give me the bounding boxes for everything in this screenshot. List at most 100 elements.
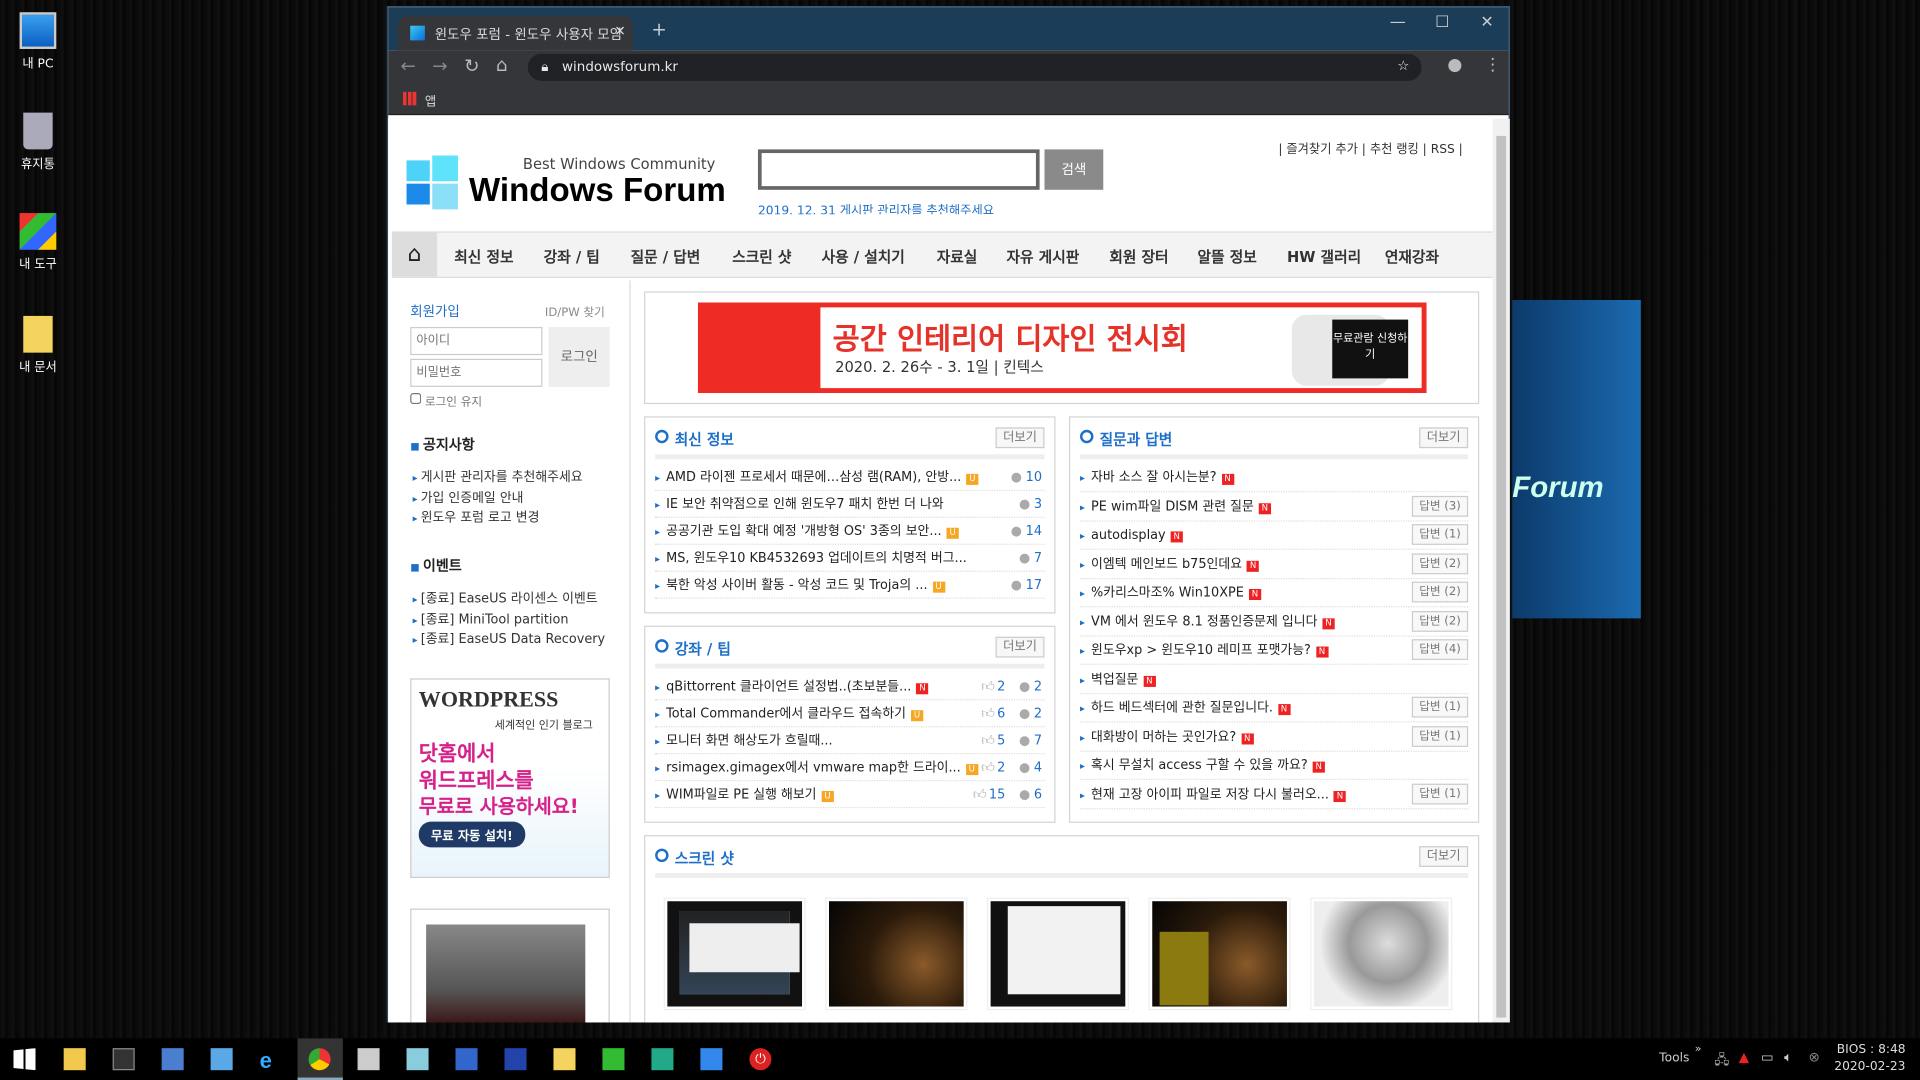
desktop-icon-my-pc[interactable]: 내 PC bbox=[10, 12, 66, 71]
tips-row[interactable]: Total Commander에서 클라우드 접속하기U 👍︎6 ●2 bbox=[655, 700, 1045, 728]
qna-row[interactable]: 현재 고장 아이피 파일로 저장 다시 불러오... N 답변 (1) bbox=[1080, 781, 1469, 809]
terminal-icon[interactable] bbox=[112, 1048, 135, 1071]
nav-deals[interactable]: 알뜰 정보 bbox=[1198, 246, 1257, 267]
clock-time[interactable]: BIOS : 8:48 bbox=[1837, 1043, 1906, 1056]
app-icon[interactable] bbox=[455, 1048, 478, 1071]
home-icon[interactable]: ⌂ bbox=[391, 232, 438, 277]
keep-login-checkbox[interactable] bbox=[410, 393, 422, 405]
tips-row[interactable]: 모니터 화면 해상도가 흐릴때... 👍︎5 ●7 bbox=[655, 727, 1045, 755]
event-item[interactable]: [종료] EaseUS 라이센스 이벤트 bbox=[413, 589, 598, 607]
side-ad-2[interactable] bbox=[410, 908, 610, 1023]
menu-icon[interactable]: ⋮ bbox=[1484, 55, 1501, 75]
qna-row[interactable]: 이엠텍 메인보드 b75인데요N 답변 (2) bbox=[1080, 550, 1469, 579]
start-button[interactable] bbox=[13, 1048, 36, 1071]
tools-toolbar[interactable]: Tools bbox=[1659, 1052, 1689, 1065]
minimize-button[interactable]: — bbox=[1390, 13, 1406, 31]
documents-icon[interactable] bbox=[553, 1048, 576, 1071]
app-icon[interactable] bbox=[161, 1048, 184, 1071]
ranking-link[interactable]: 추천 랭킹 bbox=[1370, 143, 1419, 156]
answer-count-button[interactable]: 답변 (2) bbox=[1411, 552, 1469, 574]
display-icon[interactable]: ▭ bbox=[1761, 1049, 1774, 1065]
latest-row[interactable]: 공공기관 도입 확대 예정 '개방형 OS' 3종의 보안... U ●14 bbox=[655, 518, 1045, 545]
desktop-icon-my-tools[interactable]: 내 도구 bbox=[10, 213, 66, 272]
add-favorite-link[interactable]: 즐겨찾기 추가 bbox=[1286, 143, 1357, 156]
answer-count-button[interactable]: 답변 (1) bbox=[1411, 783, 1469, 804]
reload-button[interactable]: ↻ bbox=[464, 55, 479, 77]
tips-row[interactable]: qBittorrent 클라이언트 설정법..(초보분들...N👍︎2●2 bbox=[655, 673, 1045, 701]
qna-row[interactable]: 자바 소스 잘 아시는분? N bbox=[1080, 464, 1469, 493]
nav-free-board[interactable]: 자유 게시판 bbox=[1007, 246, 1080, 267]
qna-row[interactable]: PE wim파일 DISM 관련 질문 N 답변 (3) bbox=[1080, 493, 1469, 522]
power-icon[interactable]: ⏻ bbox=[749, 1048, 772, 1071]
tips-more-button[interactable]: 더보기 bbox=[995, 636, 1045, 658]
qna-row[interactable]: 윈도우xp > 윈도우10 레미프 포맷가능? N 답변 (4) bbox=[1080, 637, 1469, 665]
screenshot-thumb[interactable] bbox=[986, 897, 1129, 1011]
back-button[interactable]: ← bbox=[400, 55, 415, 77]
qna-row[interactable]: 벽업질문 N bbox=[1080, 666, 1469, 694]
globe-icon[interactable] bbox=[651, 1048, 674, 1071]
nav-downloads[interactable]: 자료실 bbox=[937, 246, 978, 267]
latest-row[interactable]: AMD 라이젠 프로세서 때문에…삼성 램(RAM), 안방... U ●10 bbox=[655, 464, 1045, 492]
app-icon[interactable] bbox=[406, 1048, 429, 1071]
qna-row[interactable]: 대화방이 머하는 곳인가요? N 답변 (1) bbox=[1080, 723, 1469, 752]
latest-more-button[interactable]: 더보기 bbox=[995, 427, 1045, 449]
chevron-right-icon[interactable]: » bbox=[1695, 1043, 1702, 1055]
latest-row[interactable]: MS, 윈도우10 KB4532693 업데이트의 치명적 버그... ●7 bbox=[655, 545, 1045, 572]
search-input[interactable] bbox=[757, 149, 1040, 190]
id-input[interactable] bbox=[410, 326, 543, 356]
password-input[interactable] bbox=[410, 358, 543, 387]
clock-date[interactable]: 2020-02-23 bbox=[1834, 1060, 1905, 1073]
latest-row[interactable]: IE 보안 취약점으로 인해 윈도우7 패치 한번 더 나와 ●3 bbox=[655, 491, 1045, 518]
close-circle-icon[interactable]: ⊗ bbox=[1809, 1049, 1820, 1065]
desktop-icon-my-documents[interactable]: 내 문서 bbox=[10, 315, 66, 375]
notice-item[interactable]: 윈도우 포럼 로고 변경 bbox=[413, 508, 540, 526]
internet-explorer-icon[interactable]: e bbox=[260, 1048, 282, 1072]
screenshots-more-button[interactable]: 더보기 bbox=[1419, 846, 1469, 867]
new-tab-button[interactable]: + bbox=[651, 18, 666, 40]
event-item[interactable]: [종료] MiniTool partition bbox=[413, 610, 569, 628]
tips-row[interactable]: WIM파일로 PE 실행 해보기 U 👍︎15 ●6 bbox=[655, 781, 1045, 809]
qna-row[interactable]: 하드 베드섹터에 관한 질문입니다. N 답변 (1) bbox=[1080, 694, 1469, 723]
forward-button[interactable]: → bbox=[432, 55, 447, 77]
answer-count-button[interactable]: 답변 (1) bbox=[1411, 725, 1469, 747]
nav-screenshots[interactable]: 스크린 샷 bbox=[732, 246, 791, 267]
qna-row[interactable]: 혹시 무설치 access 구할 수 있을 까요? N bbox=[1080, 752, 1469, 781]
notice-item[interactable]: 게시판 관리자를 추천해주세요 bbox=[413, 468, 583, 486]
address-bar[interactable]: 🔒︎ windowsforum.kr ☆ bbox=[527, 53, 1422, 81]
ad-banner[interactable]: 인테리어디자인코리아 공간 인테리어 디자인 전시회 2020. 2. 26수 … bbox=[644, 291, 1480, 405]
bookmark-star-icon[interactable]: ☆ bbox=[1397, 58, 1409, 74]
notice-item[interactable]: 가입 인증메일 안내 bbox=[413, 489, 524, 507]
chrome-icon[interactable] bbox=[308, 1048, 331, 1071]
rss-link[interactable]: RSS bbox=[1431, 143, 1455, 156]
qna-more-button[interactable]: 더보기 bbox=[1419, 427, 1469, 449]
network-icon[interactable]: 🖧︎ bbox=[1714, 1049, 1729, 1072]
latest-row[interactable]: 북한 악성 사이버 활동 - 악성 코드 및 Troja의 ... U ●17 bbox=[655, 572, 1045, 599]
home-button[interactable]: ⌂ bbox=[496, 54, 508, 76]
nav-tips[interactable]: 강좌 / 팁 bbox=[544, 246, 600, 267]
apps-bookmark[interactable]: 앱 bbox=[425, 91, 436, 109]
screenshot-thumb[interactable] bbox=[825, 897, 968, 1011]
save-icon[interactable] bbox=[504, 1048, 527, 1071]
maximize-button[interactable]: ☐ bbox=[1435, 13, 1449, 31]
login-button[interactable]: 로그인 bbox=[548, 326, 610, 387]
search-button[interactable]: 검색 bbox=[1044, 149, 1104, 190]
answer-count-button[interactable]: 답변 (1) bbox=[1411, 524, 1469, 545]
desktop-icon-recycle-bin[interactable]: 휴지통 bbox=[10, 112, 66, 171]
file-explorer-icon[interactable] bbox=[63, 1048, 86, 1071]
answer-count-button[interactable]: 답변 (2) bbox=[1411, 610, 1469, 632]
nav-hw-gallery[interactable]: HW 갤러리 bbox=[1287, 246, 1361, 267]
vertical-scrollbar[interactable] bbox=[1492, 118, 1510, 1023]
tips-row[interactable]: rsimagex.gimagex에서 vmware map한 드라이... U👍︎… bbox=[655, 754, 1045, 782]
app-icon[interactable] bbox=[700, 1048, 723, 1071]
answer-count-button[interactable]: 답변 (1) bbox=[1411, 696, 1469, 718]
profile-icon[interactable]: ● bbox=[1447, 55, 1462, 75]
event-item[interactable]: [종료] EaseUS Data Recovery bbox=[413, 629, 605, 647]
join-link[interactable]: 회원가입 bbox=[410, 301, 460, 321]
answer-count-button[interactable]: 답변 (4) bbox=[1411, 639, 1469, 661]
screenshot-thumb[interactable] bbox=[663, 897, 806, 1011]
logo-name[interactable]: Windows Forum bbox=[469, 171, 726, 209]
nav-market[interactable]: 회원 장터 bbox=[1109, 246, 1168, 267]
wordpress-ad[interactable]: WORDPRESS 세계적인 인기 블로그 닷홈에서 워드프레스를 무료로 사용… bbox=[410, 678, 610, 878]
alert-icon[interactable]: ▲ bbox=[1739, 1049, 1749, 1065]
answer-count-button[interactable]: 답변 (3) bbox=[1411, 495, 1469, 517]
